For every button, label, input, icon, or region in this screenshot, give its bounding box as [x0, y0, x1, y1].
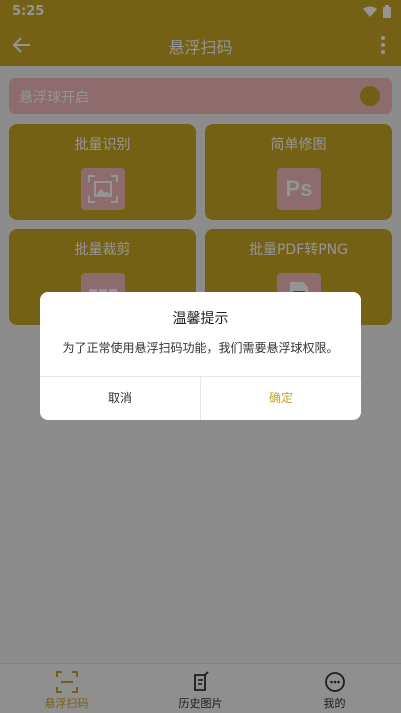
- permission-dialog: 温馨提示 为了正常使用悬浮扫码功能，我们需要悬浮球权限。 取消 确定: [40, 292, 361, 420]
- dialog-title: 温馨提示: [172, 311, 229, 327]
- dialog-message: 为了正常使用悬浮扫码功能，我们需要悬浮球权限。: [62, 341, 339, 355]
- confirm-button[interactable]: 确定: [201, 377, 361, 420]
- cancel-button[interactable]: 取消: [40, 377, 200, 420]
